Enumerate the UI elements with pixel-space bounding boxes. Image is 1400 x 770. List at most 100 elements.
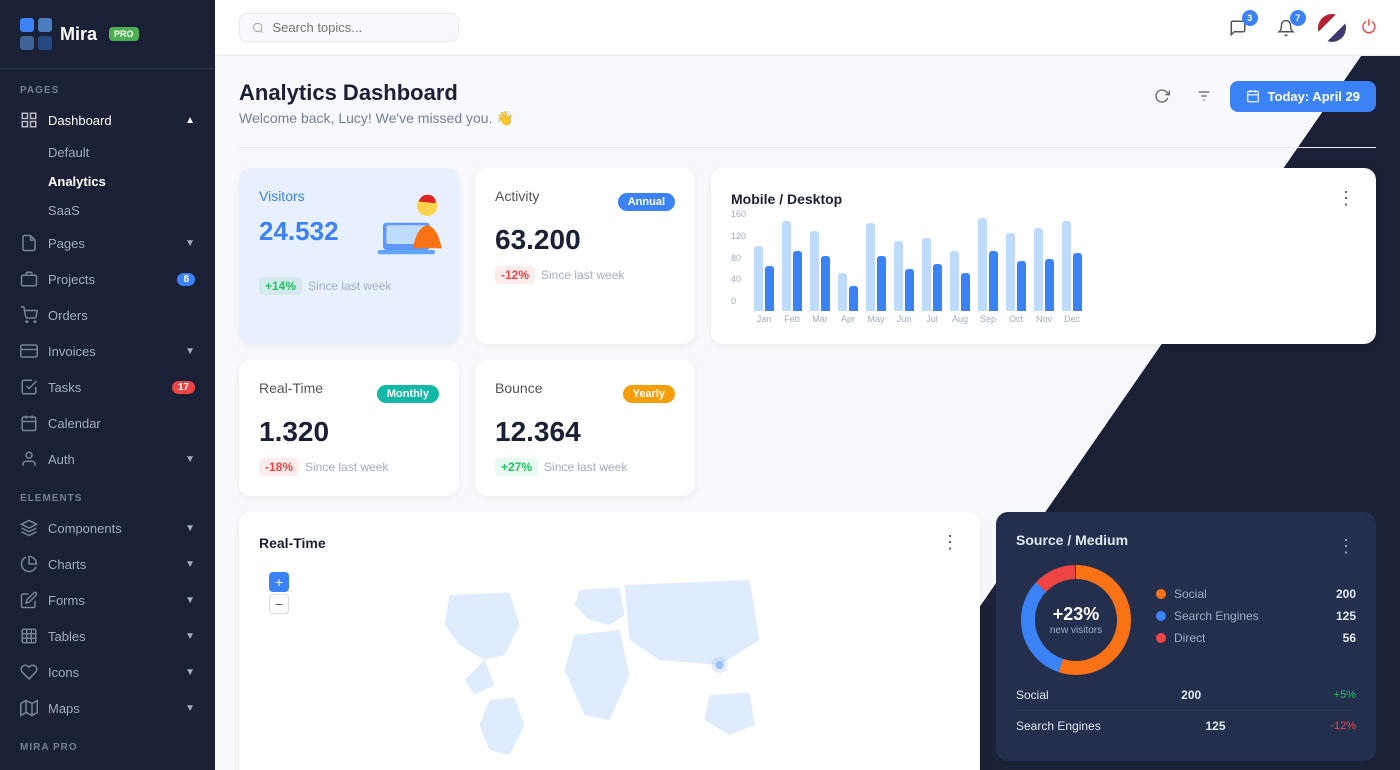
pages-label: Pages [48, 236, 85, 251]
source-medium-header: Source / Medium ⋮ [1016, 532, 1356, 560]
search-dot [1156, 611, 1166, 621]
source-social-val: 200 [1181, 688, 1201, 702]
bar-apr: Apr [838, 273, 858, 324]
bar-aug-dark [961, 273, 970, 311]
filter-button[interactable] [1188, 80, 1220, 112]
alerts-badge: 7 [1290, 10, 1306, 26]
sidebar-item-pages[interactable]: Pages ▼ [0, 225, 215, 261]
icons-label: Icons [48, 665, 79, 680]
donut-pct: +23% [1050, 604, 1102, 625]
top-stats-row: Visitors 24.532 +14% Since last week [239, 168, 1376, 344]
bar-nov-label: Nov [1036, 314, 1052, 324]
source-search-chg: -12% [1330, 720, 1356, 732]
sidebar-item-analytics[interactable]: Analytics [0, 167, 215, 196]
activity-badge: Annual [618, 193, 675, 211]
bar-nov-light [1034, 228, 1043, 311]
creditcard-icon [20, 342, 38, 360]
legend-social: Social 200 [1156, 587, 1356, 601]
mobile-desktop-card: Mobile / Desktop ⋮ 160 120 80 40 0 [711, 168, 1376, 344]
bar-jun-light [894, 241, 903, 311]
language-selector[interactable] [1318, 14, 1346, 42]
alerts-button[interactable]: 7 [1270, 12, 1302, 44]
task-icon [20, 378, 38, 396]
source-menu[interactable]: ⋮ [1337, 536, 1356, 557]
activity-pct: -12% [495, 266, 535, 284]
map-zoom-out[interactable]: − [269, 594, 289, 614]
sidebar-item-maps[interactable]: Maps ▼ [0, 690, 215, 726]
activity-change: -12% Since last week [495, 266, 675, 284]
source-social-name: Social [1016, 688, 1049, 702]
realtime-title: Real-Time [259, 380, 323, 396]
source-social-chg: +5% [1334, 689, 1356, 701]
cart-icon [20, 306, 38, 324]
map-zoom-in[interactable]: + [269, 572, 289, 592]
map-icon [20, 699, 38, 717]
bounce-card: Bounce Yearly 12.364 +27% Since last wee… [475, 360, 695, 496]
page-content: Analytics Dashboard Welcome back, Lucy! … [215, 56, 1400, 770]
bar-may-dark [877, 256, 886, 311]
date-button[interactable]: Today: April 29 [1230, 81, 1376, 112]
sidebar-item-invoices[interactable]: Invoices ▼ [0, 333, 215, 369]
realtime-pct: -18% [259, 458, 299, 476]
header: 3 7 ⏻ [215, 0, 1400, 56]
power-button[interactable]: ⏻ [1362, 17, 1376, 38]
bounce-value: 12.364 [495, 416, 675, 448]
piechart-icon [20, 555, 38, 573]
bounce-card-header: Bounce Yearly [495, 380, 675, 408]
forms-chevron: ▼ [185, 595, 195, 606]
refresh-icon [1154, 88, 1170, 104]
icons-chevron: ▼ [185, 667, 195, 678]
chat-badge: 3 [1242, 10, 1258, 26]
direct-label: Direct [1174, 631, 1205, 645]
refresh-button[interactable] [1146, 80, 1178, 112]
sidebar-item-calendar[interactable]: Calendar [0, 405, 215, 441]
bar-dec-dark [1073, 253, 1082, 311]
chart-menu[interactable]: ⋮ [1337, 188, 1356, 209]
map-menu[interactable]: ⋮ [941, 532, 960, 553]
sidebar-item-components[interactable]: Components ▼ [0, 510, 215, 546]
bar-dec-label: Dec [1064, 314, 1080, 324]
search-input[interactable] [273, 20, 446, 35]
activity-title: Activity [495, 188, 539, 204]
realtime-value: 1.320 [259, 416, 439, 448]
bar-mar-light [810, 231, 819, 311]
legend-direct: Direct 56 [1156, 631, 1356, 645]
calendar-btn-icon [1246, 89, 1260, 103]
notifications-button[interactable]: 3 [1222, 12, 1254, 44]
bar-oct-light [1006, 233, 1015, 311]
sidebar-item-projects[interactable]: Projects 8 [0, 261, 215, 297]
sidebar-item-forms[interactable]: Forms ▼ [0, 582, 215, 618]
user-icon [20, 450, 38, 468]
edit-icon [20, 591, 38, 609]
projects-label: Projects [48, 272, 95, 287]
bar-apr-label: Apr [841, 314, 855, 324]
file-icon [20, 234, 38, 252]
sidebar-item-dashboard[interactable]: Dashboard ▲ [0, 102, 215, 138]
world-map-svg [259, 565, 960, 765]
bar-aug: Aug [950, 251, 970, 324]
sidebar-item-tasks[interactable]: Tasks 17 [0, 369, 215, 405]
map-controls: + − [269, 572, 289, 614]
visitors-change-label: Since last week [308, 279, 391, 293]
components-chevron: ▼ [185, 523, 195, 534]
sidebar-item-auth[interactable]: Auth ▼ [0, 441, 215, 477]
sidebar-item-orders[interactable]: Orders [0, 297, 215, 333]
visitors-card: Visitors 24.532 +14% Since last week [239, 168, 459, 344]
sidebar-item-icons[interactable]: Icons ▼ [0, 654, 215, 690]
donut-chart: +23% new visitors [1016, 560, 1136, 680]
sidebar-item-tables[interactable]: Tables ▼ [0, 618, 215, 654]
sidebar-item-saas[interactable]: SaaS [0, 196, 215, 225]
realtime-change-label: Since last week [305, 460, 388, 474]
sidebar-item-charts[interactable]: Charts ▼ [0, 546, 215, 582]
direct-dot [1156, 633, 1166, 643]
sidebar-dashboard-label: Dashboard [48, 113, 112, 128]
sidebar-item-default[interactable]: Default [0, 138, 215, 167]
bar-oct-label: Oct [1009, 314, 1023, 324]
invoices-label: Invoices [48, 344, 96, 359]
search-box[interactable] [239, 13, 459, 42]
source-search-val: 125 [1206, 719, 1226, 733]
source-row-social: Social 200 +5% [1016, 680, 1356, 711]
second-stats-row: Real-Time Monthly 1.320 -18% Since last … [239, 360, 1376, 496]
bar-chart: Jan Feb [754, 209, 1082, 324]
maps-label: Maps [48, 701, 80, 716]
